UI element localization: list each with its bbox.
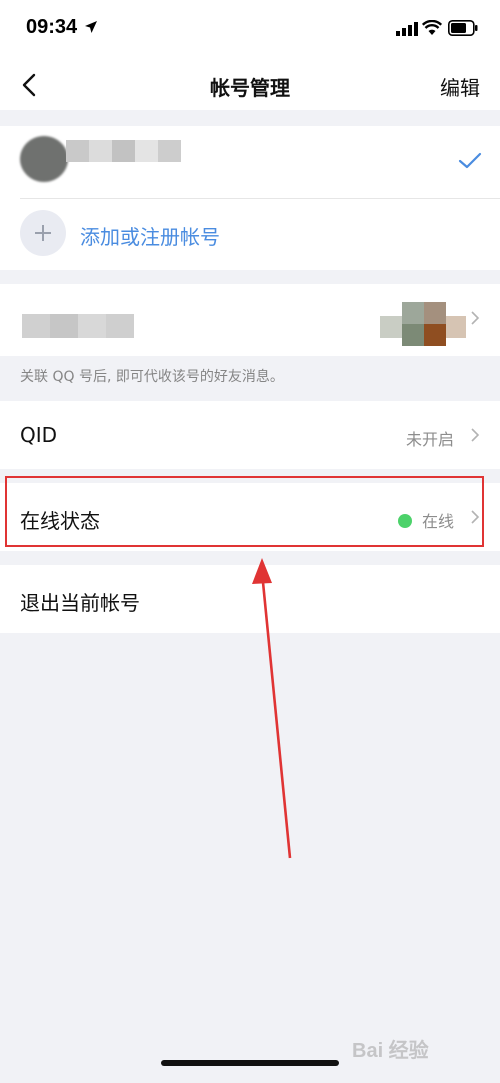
watermark: Bai 经验: [352, 1040, 429, 1062]
home-indicator[interactable]: [161, 1060, 339, 1066]
annotation-arrow-icon: [252, 558, 292, 859]
